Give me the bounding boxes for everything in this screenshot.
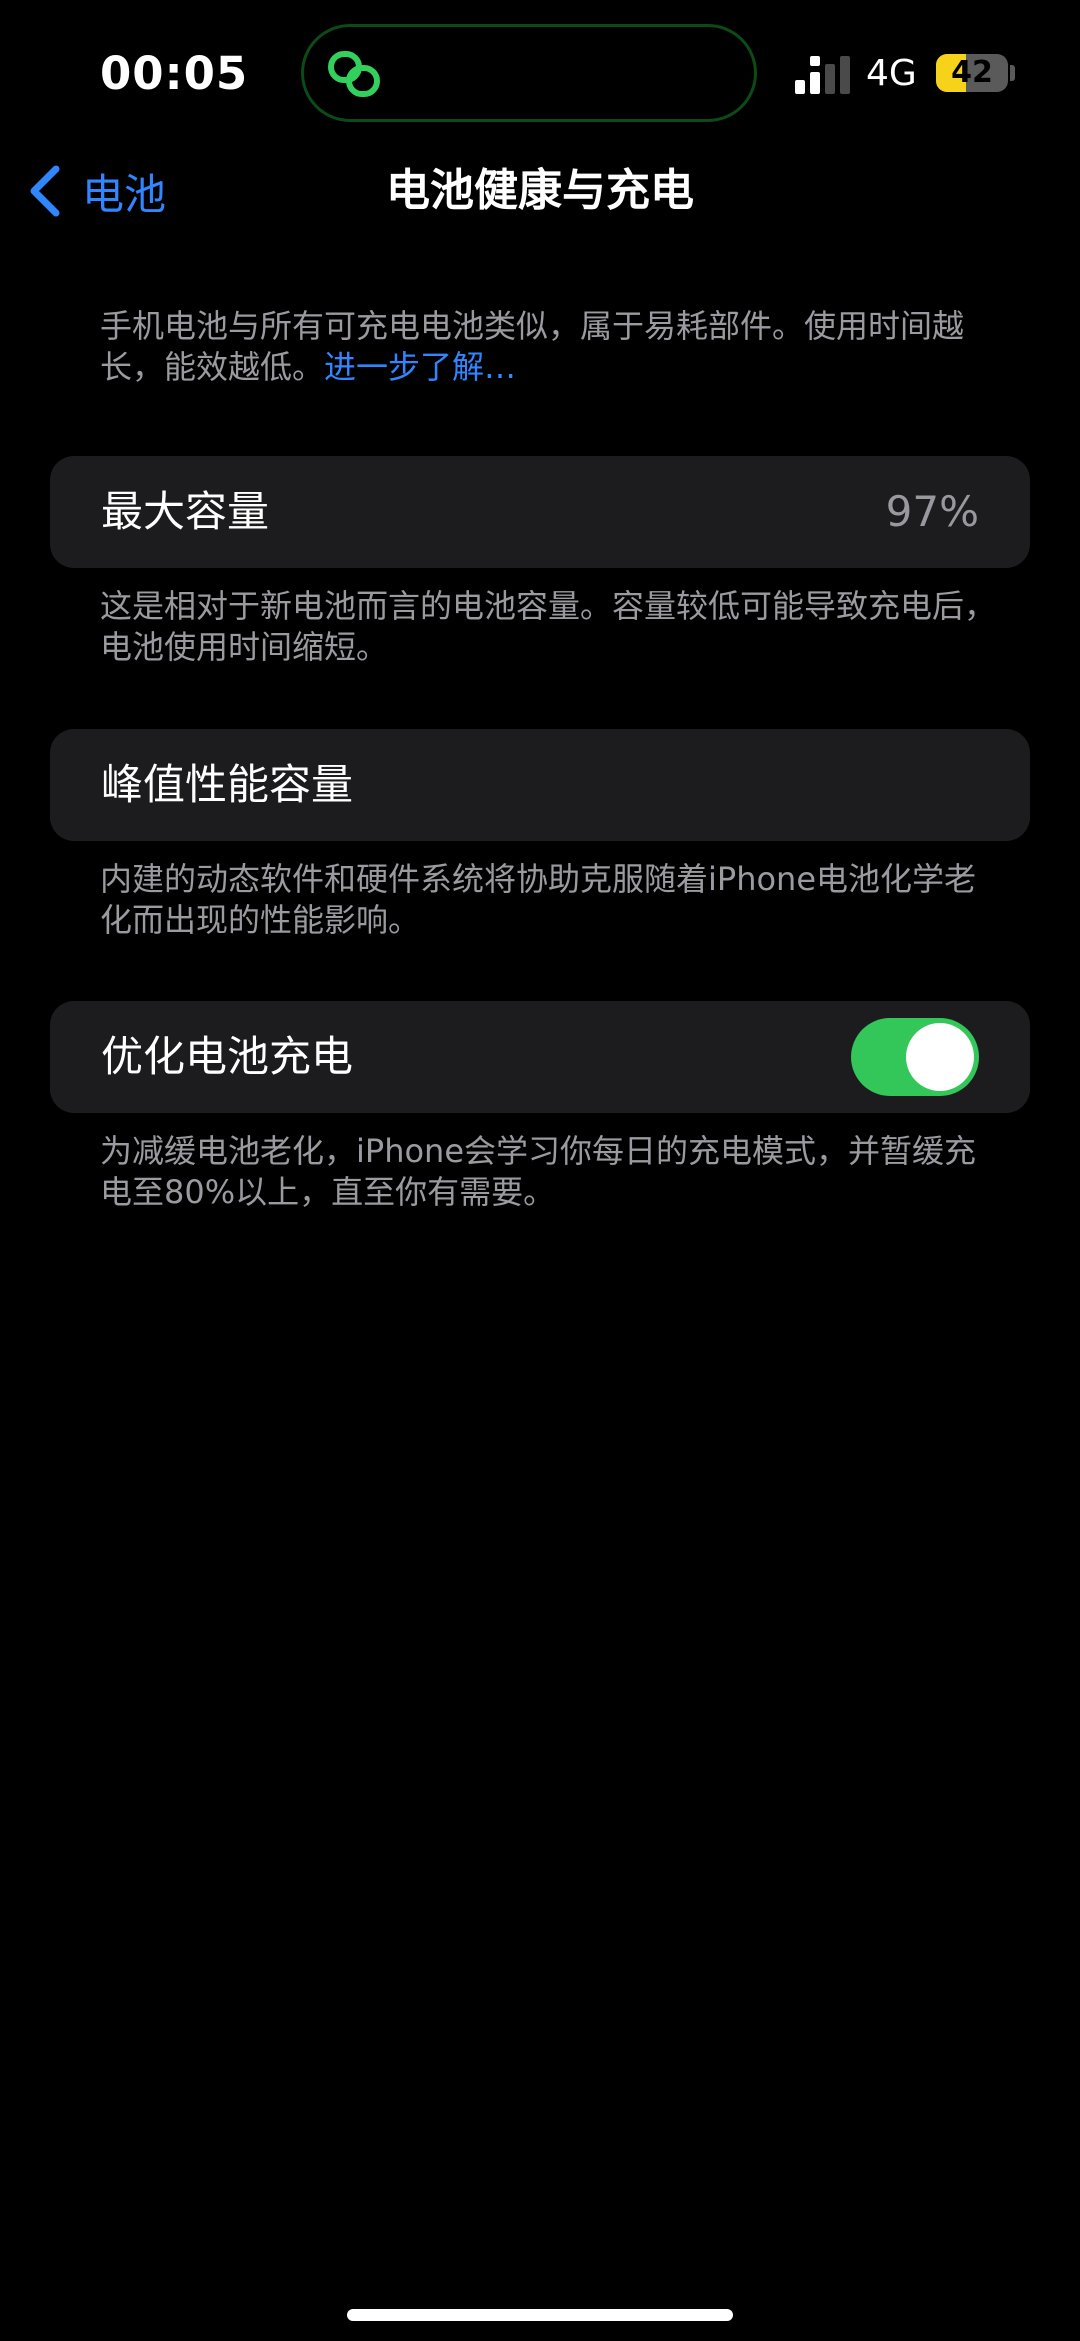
back-button[interactable]: 电池 bbox=[28, 156, 166, 226]
peak-performance-row: 峰值性能容量 bbox=[50, 729, 1030, 841]
max-capacity-label: 最大容量 bbox=[101, 487, 270, 536]
max-capacity-row: 最大容量 97% bbox=[50, 456, 1030, 568]
optimized-charging-toggle[interactable] bbox=[851, 1018, 979, 1096]
home-indicator[interactable] bbox=[347, 2309, 733, 2321]
intro-text: 手机电池与所有可充电电池类似，属于易耗部件。使用时间越长，能效越低。 bbox=[100, 307, 965, 386]
cellular-signal-icon bbox=[795, 56, 850, 94]
status-time: 00:05 bbox=[100, 47, 249, 100]
network-type: 4G bbox=[866, 53, 917, 94]
dynamic-island[interactable] bbox=[301, 24, 757, 122]
max-capacity-footer: 这是相对于新电池而言的电池容量。容量较低可能导致充电后，电池使用时间缩短。 bbox=[100, 587, 997, 666]
optimized-charging-footer: 为减缓电池老化，iPhone会学习你每日的充电模式，并暂缓充电至80%以上，直至… bbox=[100, 1132, 977, 1211]
back-label: 电池 bbox=[82, 169, 167, 219]
peak-performance-label: 峰值性能容量 bbox=[101, 760, 354, 809]
optimized-charging-label: 优化电池充电 bbox=[101, 1032, 354, 1081]
optimized-charging-row: 优化电池充电 bbox=[50, 1001, 1030, 1113]
max-capacity-value: 97% bbox=[885, 487, 979, 536]
battery-cap bbox=[1010, 65, 1015, 81]
battery-level: 42 bbox=[951, 55, 993, 90]
link-chain-icon bbox=[328, 51, 380, 97]
toggle-knob bbox=[906, 1023, 974, 1091]
learn-more-link[interactable]: 进一步了解… bbox=[324, 348, 516, 386]
battery-icon: 42 bbox=[936, 54, 1008, 92]
peak-performance-footer: 内建的动态软件和硬件系统将协助克服随着iPhone电池化学老化而出现的性能影响。 bbox=[100, 860, 977, 939]
intro-description: 手机电池与所有可充电电池类似，属于易耗部件。使用时间越长，能效越低。进一步了解… bbox=[100, 306, 980, 388]
chevron-left-icon bbox=[30, 165, 60, 217]
